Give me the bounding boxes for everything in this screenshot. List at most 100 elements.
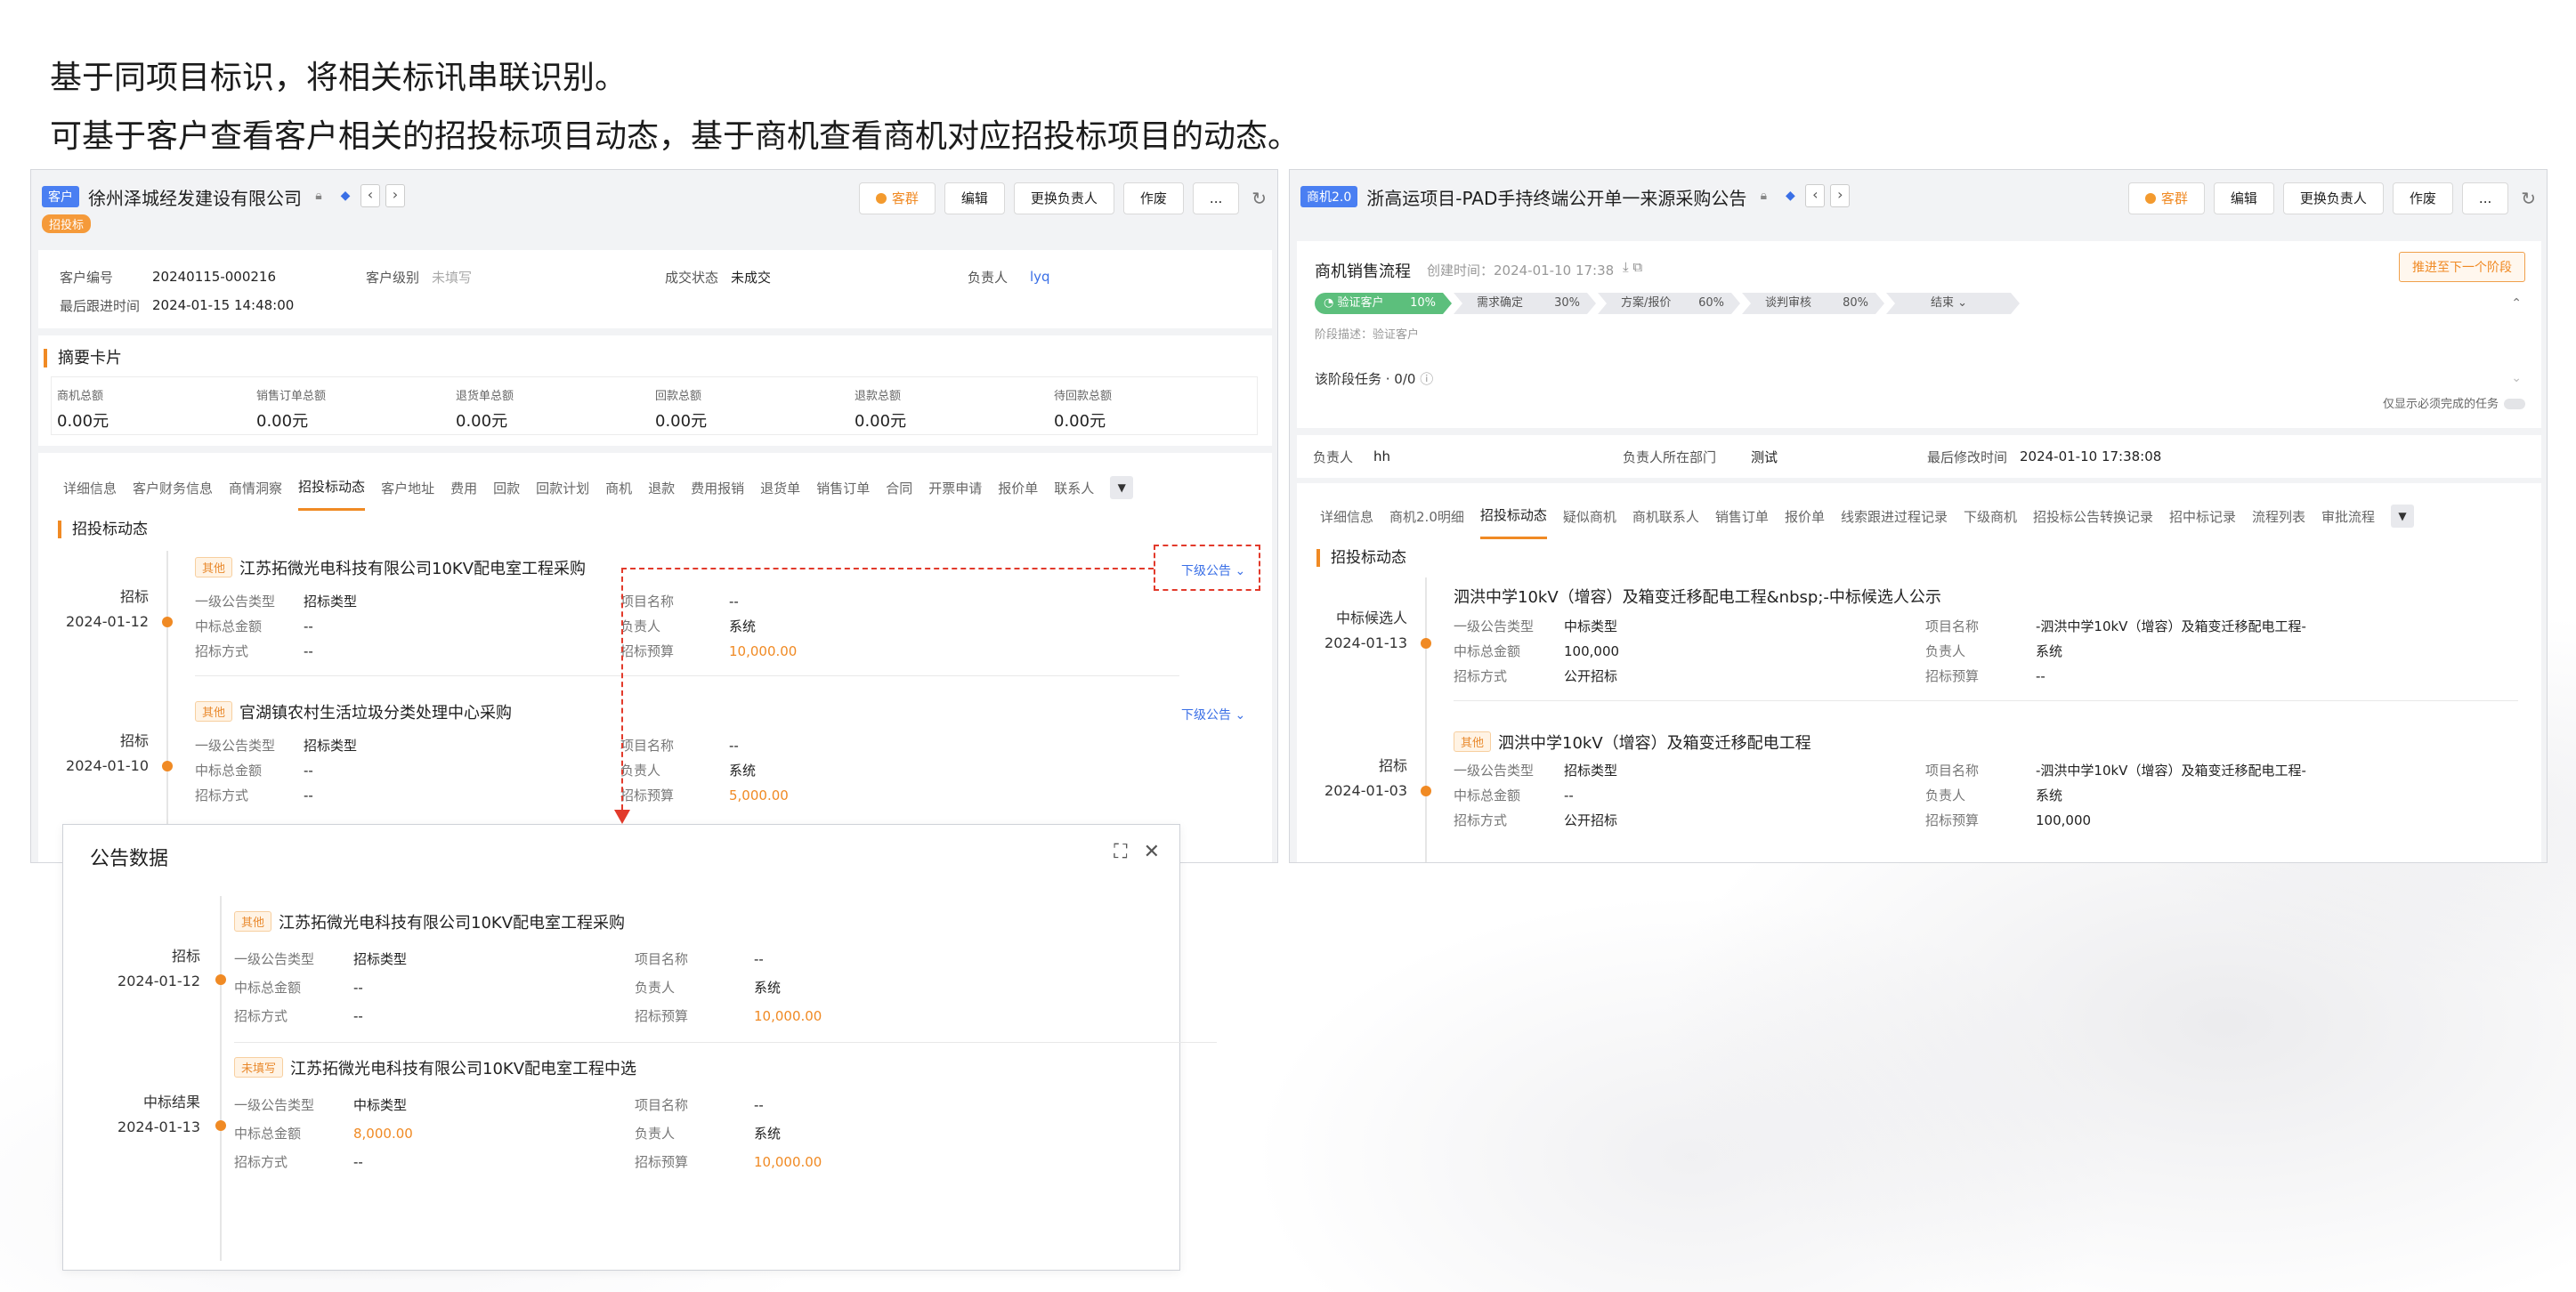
collapse-up-icon[interactable]: ⌃ [2511,296,2522,311]
tab-win-records[interactable]: 招中标记录 [2169,507,2236,538]
tab-process-list[interactable]: 流程列表 [2252,507,2305,538]
advance-stage-button[interactable]: 推进至下一个阶段 [2399,252,2525,282]
customer-group-button[interactable]: 客群 [2127,182,2205,214]
only-required-toggle[interactable]: 仅显示必须完成的任务 [2383,394,2525,411]
tab-payment[interactable]: 回款 [493,479,520,510]
sub-notice-link[interactable]: 下级公告 ⌄ [1181,706,1245,723]
tab-quote[interactable]: 报价单 [1785,507,1825,538]
stage-item[interactable]: 需求确定 30% [1454,293,1596,314]
opportunity-detail-panel: 商机2.0 浙高运项目-PAD手持终端公开单一来源采购公告 🔒︎ ◆ ‹ › 客… [1289,169,2548,863]
record-title[interactable]: 官湖镇农村生活垃圾分类处理中心采购 [239,704,512,723]
record-field: 负责人 系统 [1925,787,2063,803]
record-title[interactable]: 江苏拓微光电科技有限公司10KV配电室工程采购 [239,560,586,578]
record-title[interactable]: 泗洪中学10kV（增容）及箱变迁移配电工程 [1498,734,1811,753]
tab-bidding[interactable]: 招投标动态 [298,477,366,511]
record-title-row[interactable]: 其他 官湖镇农村生活垃圾分类处理中心采购 [195,700,512,723]
more-button[interactable]: ... [2461,182,2509,214]
summary-item: 销售订单总额 0.00元 [256,390,327,431]
void-button[interactable]: 作废 [2392,182,2453,214]
record-title-row[interactable]: 其他 江苏拓微光电科技有限公司10KV配电室工程采购 [234,910,625,933]
tab-sub-opportunity[interactable]: 下级商机 [1964,507,2017,538]
next-record-button[interactable]: › [385,184,405,207]
tab-conversion-records[interactable]: 招投标公告转换记录 [2033,507,2153,538]
group-dot-icon [2144,193,2156,204]
detail-tabs-card: 详细信息 客户财务信息 商情洞察 招投标动态 客户地址 费用 回款 回款计划 商… [38,453,1272,862]
edit-button[interactable]: 编辑 [944,182,1005,214]
more-button[interactable]: ... [1192,182,1240,214]
change-owner-button[interactable]: 更换负责人 [1013,182,1114,214]
tab-finance[interactable]: 客户财务信息 [133,479,213,510]
record-title-row[interactable]: 其他 江苏拓微光电科技有限公司10KV配电室工程采购 [195,556,586,579]
tab-bidding[interactable]: 招投标动态 [1479,505,1547,539]
process-title: 商机销售流程 [1315,262,1411,281]
prev-record-button[interactable]: ‹ [1805,184,1826,207]
record-field: 项目名称 -- [635,1097,764,1113]
tab-opportunity[interactable]: 商机 [605,479,632,510]
tab-contacts[interactable]: 联系人 [1054,479,1094,510]
tab-sales-order[interactable]: 销售订单 [816,479,870,510]
tab-address[interactable]: 客户地址 [381,479,434,510]
record-field: 项目名称 -- [620,594,739,610]
stage-item[interactable]: 结束 ⌄ [1886,293,2020,314]
tab-detail[interactable]: 详细信息 [63,479,117,510]
more-tabs-icon[interactable]: ▼ [2391,505,2415,528]
record-title[interactable]: 江苏拓微光电科技有限公司10KV配电室工程中选 [290,1060,636,1078]
summary-item: 回款总额 0.00元 [655,390,708,431]
tab-opportunity-items[interactable]: 商机2.0明细 [1389,507,1464,538]
expand-down-icon[interactable]: ⌄ [2511,371,2522,385]
stage-item[interactable]: 谈判审核 80% [1742,293,1884,314]
record-field: 项目名称 -泗洪中学10kV（增容）及箱变迁移配电工程- [1925,618,2306,634]
next-record-button[interactable]: › [1830,184,1851,207]
stage-item[interactable]: ◔ 验证客户 10% [1315,293,1452,314]
customer-group-button[interactable]: 客群 [858,182,936,214]
record-title-row[interactable]: 未填写 江苏拓微光电科技有限公司10KV配电室工程中选 [234,1056,636,1079]
record-field: 一级公告类型 招标类型 [1454,763,1618,779]
header-actions: 客群 编辑 更换负责人 作废 ... ↻ [858,182,1267,214]
tab-contract[interactable]: 合同 [886,479,912,510]
download-icon[interactable]: ⤓ [1623,259,1629,275]
lock-icon[interactable]: 🔒︎ [309,186,328,206]
refresh-icon[interactable]: ↻ [1252,188,1267,209]
help-icon[interactable]: ⓘ [1420,371,1433,387]
change-owner-button[interactable]: 更换负责人 [2282,182,2384,214]
more-tabs-icon[interactable]: ▼ [1110,476,1134,499]
detail-tabs: 详细信息 商机2.0明细 招投标动态 疑似商机 商机联系人 销售订单 报价单 线… [1320,505,2415,540]
record-title-row[interactable]: 其他 泗洪中学10kV（增容）及箱变迁移配电工程 [1454,731,1811,754]
close-icon[interactable]: ✕ [1144,841,1160,863]
tab-insight[interactable]: 商情洞察 [229,479,282,510]
tab-detail[interactable]: 详细信息 [1320,507,1373,538]
tab-sales-order[interactable]: 销售订单 [1715,507,1769,538]
headline-line-1: 基于同项目标识，将相关标讯串联识别。 [50,60,628,96]
record-title-row[interactable]: 泗洪中学10kV（增容）及箱变迁移配电工程&nbsp;-中标候选人公示 [1454,585,1941,608]
owner-link[interactable]: lyq [1030,269,1050,285]
record-field: 中标总金额 8,000.00 [234,1126,413,1142]
tab-lead-follow[interactable]: 线索跟进过程记录 [1841,507,1948,538]
timeline-dot [215,1120,226,1131]
record-title[interactable]: 泗洪中学10kV（增容）及箱变迁移配电工程&nbsp;-中标候选人公示 [1454,588,1941,607]
tab-quote[interactable]: 报价单 [998,479,1038,510]
tag-icon[interactable]: ◆ [1780,186,1800,206]
tab-payment-plan[interactable]: 回款计划 [536,479,589,510]
dept-value: 测试 [1751,449,1778,465]
copy-icon[interactable]: ⧉ [1632,259,1642,275]
tag-icon[interactable]: ◆ [336,186,355,206]
tab-expense[interactable]: 费用 [450,479,477,510]
record-divider [195,675,1179,676]
tab-suspected-opportunity[interactable]: 疑似商机 [1563,507,1616,538]
void-button[interactable]: 作废 [1122,182,1184,214]
tab-opportunity-contacts[interactable]: 商机联系人 [1632,507,1699,538]
refresh-icon[interactable]: ↻ [2521,188,2536,209]
owner-label: 负责人 [1313,449,1354,465]
stage-item[interactable]: 方案/报价 60% [1598,293,1740,314]
prev-record-button[interactable]: ‹ [360,184,380,207]
fullscreen-icon[interactable]: ⛶ [1114,841,1127,863]
lock-icon[interactable]: 🔒︎ [1754,186,1773,206]
tab-invoice[interactable]: 开票申请 [928,479,982,510]
tab-refund[interactable]: 退款 [648,479,675,510]
tab-approval[interactable]: 审批流程 [2321,507,2375,538]
record-title[interactable]: 江苏拓微光电科技有限公司10KV配电室工程采购 [279,914,625,933]
toggle-switch[interactable] [2504,399,2525,409]
tab-return-order[interactable]: 退货单 [760,479,800,510]
edit-button[interactable]: 编辑 [2213,182,2274,214]
tab-reimbursement[interactable]: 费用报销 [691,479,744,510]
